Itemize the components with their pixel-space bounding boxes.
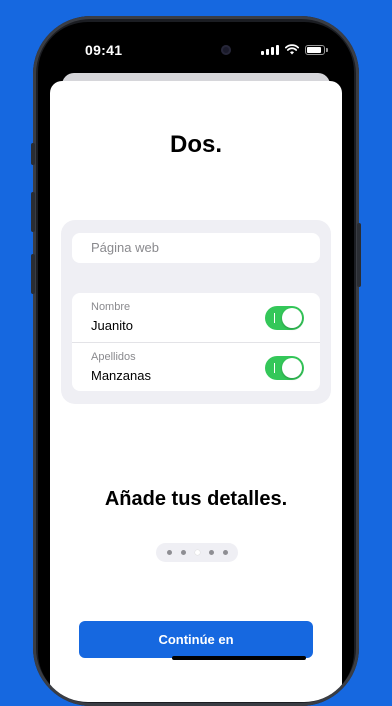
toggle-knob [282,358,302,378]
website-input[interactable]: Página web [72,233,320,263]
page-subtitle: Añade tus detalles. [104,488,288,510]
status-icons [261,44,328,55]
screen: 09:41 Dos. Página web Nombre Juanito Ape… [38,22,354,702]
status-bar: 09:41 [38,22,354,74]
dynamic-island [155,37,241,63]
side-button-mute [31,143,35,165]
side-button-volume-down [31,254,35,294]
page-dot[interactable] [208,550,214,555]
toggle-on-mark [274,313,275,323]
page-indicator[interactable] [156,543,238,562]
side-button-volume-up [31,192,35,232]
form-preview-card: Página web Nombre Juanito Apellidos Manz… [61,220,331,404]
surname-value: Manzanas [91,368,151,383]
cellular-signal-icon [261,44,279,55]
name-value: Juanito [91,318,133,333]
contact-fields-group: Nombre Juanito Apellidos Manzanas [72,293,320,391]
surname-toggle[interactable] [265,356,304,380]
camera-icon [221,45,231,55]
status-time: 09:41 [85,42,123,58]
name-toggle[interactable] [265,306,304,330]
page-dot[interactable] [180,550,186,555]
page-dot[interactable] [166,550,172,555]
toggle-knob [282,308,302,328]
battery-tip [326,47,328,52]
page-dot-active[interactable] [194,550,200,555]
surname-label: Apellidos [91,351,136,363]
page-title: Dos. [169,131,222,158]
name-label: Nombre [91,301,131,313]
page-dot[interactable] [222,550,228,555]
modal-sheet: Dos. Página web Nombre Juanito Apellidos… [50,81,342,702]
home-indicator[interactable] [172,656,306,660]
toggle-on-mark [274,363,275,373]
surname-row: Apellidos Manzanas [72,342,320,392]
name-row: Nombre Juanito [72,293,320,342]
continue-button[interactable]: Continúe en [79,621,313,658]
side-button-power [357,223,361,287]
battery-icon [305,44,325,55]
wifi-icon [285,44,299,55]
